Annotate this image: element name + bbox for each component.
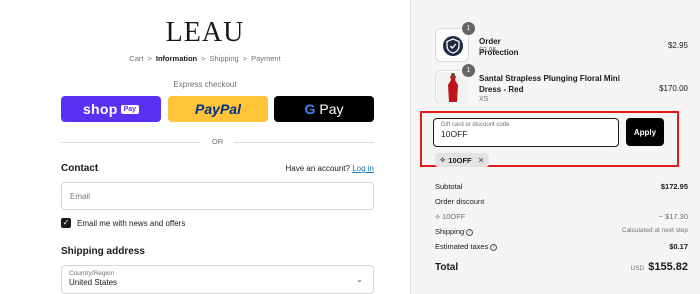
login-link[interactable]: Log in <box>352 164 374 173</box>
order-summary: 1 Order Protection $2.95 $2.95 1 Santal … <box>410 0 700 294</box>
discount-code-summary-label: 10OFF <box>442 212 466 221</box>
breadcrumb-separator: > <box>242 54 248 63</box>
item-price: $2.95 <box>667 41 688 50</box>
item-sub: XS <box>479 96 489 103</box>
contact-heading: Contact <box>61 163 99 174</box>
country-value: United States <box>69 278 118 287</box>
discount-code-summary: ⟡ 10OFF <box>435 212 465 222</box>
shop-pay-badge: Pay <box>120 104 140 114</box>
total-currency: USD <box>630 265 645 272</box>
news-checkbox-row[interactable]: ✓ Email me with news and offers <box>61 218 185 228</box>
discount-value: − $17.30 <box>658 212 688 221</box>
apply-button[interactable]: Apply <box>626 118 664 146</box>
shop-pay-wordmark: shop <box>82 101 118 117</box>
breadcrumb-information: Information <box>155 54 198 63</box>
breadcrumb-payment: Payment <box>251 54 281 63</box>
news-checkbox[interactable]: ✓ <box>61 218 71 228</box>
subtotal-value: $172.95 <box>660 182 688 191</box>
taxes-label-group: Estimated taxes? <box>435 242 498 251</box>
order-discount-row: Order discount <box>435 197 688 206</box>
paypal-button[interactable]: PayPal <box>168 96 268 122</box>
shipping-address-heading: Shipping address <box>61 246 145 257</box>
taxes-value: $0.17 <box>669 242 688 251</box>
have-account-label: Have an account? <box>285 164 350 173</box>
email-field[interactable] <box>61 182 374 210</box>
applied-discount-chip: ⟡ 10OFF ✕ <box>435 153 490 167</box>
tag-icon: ⟡ <box>435 212 443 221</box>
shipping-label-group: Shipping? <box>435 227 474 236</box>
remove-discount-icon[interactable]: ✕ <box>478 156 485 165</box>
subtotal-row: Subtotal $172.95 <box>435 182 688 191</box>
order-discount-label: Order discount <box>435 197 485 206</box>
or-divider: OR <box>61 137 374 147</box>
news-checkbox-label: Email me with news and offers <box>77 218 186 228</box>
shop-pay-button[interactable]: shop Pay <box>61 96 161 122</box>
quantity-badge: 1 <box>462 64 475 77</box>
breadcrumb: Cart > Information > Shipping > Payment <box>0 54 410 63</box>
taxes-label: Estimated taxes <box>435 242 489 251</box>
country-label: Country/Region <box>69 270 115 277</box>
chevron-down-icon: ⌄ <box>356 275 363 284</box>
paypal-wordmark: PayPal <box>195 101 241 117</box>
google-pay-button[interactable]: G Pay <box>274 96 374 122</box>
applied-discount-code: 10OFF <box>448 155 472 165</box>
taxes-row: Estimated taxes? $0.17 <box>435 242 688 251</box>
brand-logo[interactable]: LEAU <box>0 19 410 47</box>
total-amount: USD $155.82 <box>631 257 689 275</box>
info-icon[interactable]: ? <box>466 228 474 236</box>
breadcrumb-shipping: Shipping <box>209 54 239 63</box>
breadcrumb-separator: > <box>201 54 206 63</box>
country-select[interactable]: Country/Region United States ⌄ <box>61 265 374 294</box>
total-label: Total <box>435 262 459 273</box>
shipping-row: Shipping? Calculated at next step <box>435 227 688 236</box>
discount-code-label: Gift card or discount code <box>441 122 510 128</box>
checkout-main: LEAU Cart > Information > Shipping > Payment E… <box>0 0 410 294</box>
shipping-label: Shipping <box>435 227 465 236</box>
tag-icon: ⟡ <box>440 155 446 164</box>
quantity-badge: 1 <box>462 22 475 35</box>
have-account-text: Have an account? Log in <box>285 164 374 173</box>
discount-code-value: 10OFF <box>441 129 468 139</box>
breadcrumb-cart[interactable]: Cart <box>129 54 143 63</box>
item-price: $170.00 <box>659 84 688 93</box>
total-value: $155.82 <box>648 261 688 273</box>
info-icon[interactable]: ? <box>490 243 498 251</box>
shipping-value: Calculated at next step <box>621 227 688 234</box>
breadcrumb-separator: > <box>147 54 152 63</box>
divider-line <box>234 142 374 143</box>
discount-code-row: ⟡ 10OFF − $17.30 <box>435 212 688 222</box>
google-g-icon: G <box>304 101 316 117</box>
total-row: Total USD $155.82 <box>435 257 688 275</box>
google-pay-wordmark: Pay <box>319 101 344 117</box>
discount-code-input[interactable]: Gift card or discount code 10OFF <box>433 118 619 147</box>
express-checkout-label: Express checkout <box>173 80 237 89</box>
subtotal-label: Subtotal <box>435 182 463 191</box>
